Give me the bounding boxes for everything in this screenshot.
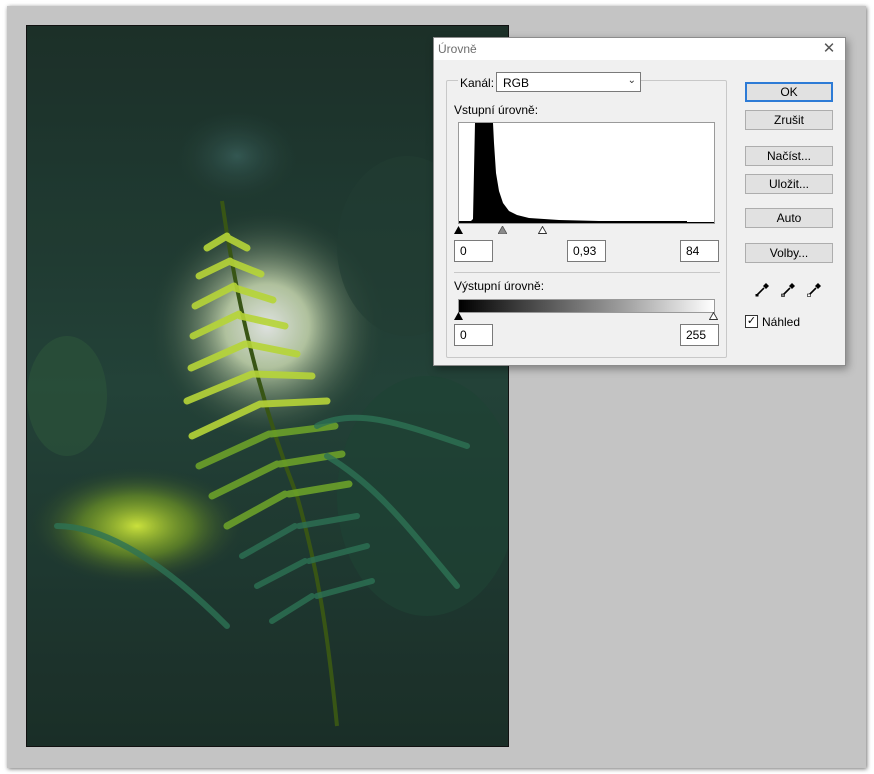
options-button[interactable]: Volby... — [745, 243, 833, 263]
save-button[interactable]: Uložit... — [745, 174, 833, 194]
dialog-title: Úrovně — [438, 42, 477, 56]
input-levels-label: Vstupní úrovně: — [454, 103, 539, 117]
output-black-field[interactable]: 0 — [454, 324, 493, 346]
preview-label: Náhled — [762, 315, 801, 329]
black-output-slider[interactable] — [454, 312, 463, 320]
gamma-input-slider[interactable] — [498, 226, 507, 234]
channel-label: Kanál: — [458, 76, 497, 90]
output-gradient — [458, 299, 715, 313]
cancel-button[interactable]: Zrušit — [745, 110, 833, 130]
ok-button[interactable]: OK — [745, 82, 833, 102]
histogram — [458, 122, 715, 224]
gray-point-eyedropper-icon[interactable] — [781, 281, 797, 297]
output-levels-label: Výstupní úrovně: — [454, 279, 545, 293]
divider — [454, 272, 720, 273]
checkmark-icon: ✓ — [746, 315, 757, 327]
load-button[interactable]: Načíst... — [745, 146, 833, 166]
input-black-field[interactable]: 0 — [454, 240, 493, 262]
histogram-graph — [459, 123, 714, 223]
white-input-slider[interactable] — [538, 226, 547, 234]
channel-value: RGB — [503, 76, 530, 90]
black-point-eyedropper-icon[interactable] — [755, 281, 771, 297]
chevron-down-icon: ⌄ — [627, 75, 636, 86]
channel-select[interactable]: RGB ⌄ — [496, 72, 641, 92]
input-gamma-field[interactable]: 0,93 — [567, 240, 606, 262]
close-icon[interactable]: ✕ — [819, 39, 839, 59]
input-white-field[interactable]: 84 — [680, 240, 719, 262]
output-white-field[interactable]: 255 — [680, 324, 719, 346]
white-point-eyedropper-icon[interactable] — [807, 281, 823, 297]
dialog-titlebar[interactable]: Úrovně ✕ — [434, 38, 845, 60]
preview-checkbox[interactable]: ✓ — [745, 315, 758, 328]
black-input-slider[interactable] — [454, 226, 463, 234]
auto-button[interactable]: Auto — [745, 208, 833, 228]
levels-dialog: Úrovně ✕ Kanál: RGB ⌄ Vstupní úrovně: 0 … — [433, 37, 846, 366]
white-output-slider[interactable] — [709, 312, 718, 320]
